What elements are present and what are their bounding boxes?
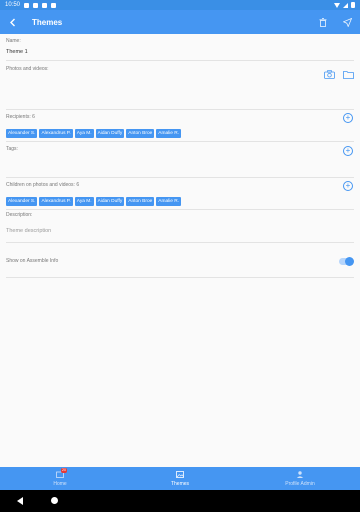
- nav-themes-label: Themes: [170, 480, 190, 487]
- nav-profile-label: Profile Admin: [285, 480, 315, 487]
- back-button[interactable]: [1, 10, 25, 34]
- nav-profile[interactable]: Profile Admin: [240, 467, 360, 490]
- show-on-toggle[interactable]: [339, 257, 354, 266]
- children-field: Children on photos and videos: 6: [6, 182, 354, 188]
- name-field[interactable]: Name: Theme 1: [6, 38, 354, 55]
- notification-icon: [42, 2, 48, 8]
- show-on-label: Show on Assemble Info: [6, 258, 59, 264]
- system-back-button[interactable]: [17, 497, 23, 505]
- child-chip[interactable]: Aidan Duffy: [95, 197, 125, 206]
- nav-home[interactable]: 20 Home: [0, 467, 120, 490]
- description-placeholder: Theme description: [6, 228, 52, 234]
- divider: [6, 242, 354, 243]
- nav-home-label: Home: [53, 480, 67, 487]
- notification-icon: [51, 2, 57, 8]
- description-label: Description:: [6, 212, 33, 218]
- wifi-icon: [334, 2, 340, 8]
- battery-icon: [351, 2, 355, 8]
- camera-icon: [324, 70, 335, 79]
- divider: [6, 141, 354, 142]
- divider: [6, 60, 354, 61]
- recipient-chip[interactable]: Alexandrus P.: [39, 129, 73, 138]
- recipients-field: Recipients: 6: [6, 114, 354, 120]
- photos-label: Photos and videos:: [6, 66, 49, 72]
- children-chips: Alexander S. Alexandrus P. Aya M. Aidan …: [6, 197, 182, 206]
- tags-field: Tags:: [6, 146, 354, 152]
- recipient-chip[interactable]: Aya M.: [74, 129, 94, 138]
- notification-badge: 20: [61, 468, 67, 473]
- send-button[interactable]: [341, 15, 353, 29]
- folder-button[interactable]: [343, 66, 354, 84]
- children-label: Children on photos and videos: 6: [6, 182, 80, 188]
- send-icon: [342, 17, 352, 27]
- signal-icon: [343, 2, 348, 8]
- camera-button[interactable]: [324, 66, 335, 84]
- recipient-chip[interactable]: Amalie R.: [156, 129, 182, 138]
- child-chip[interactable]: Alexandrus P.: [39, 197, 73, 206]
- recipients-label: Recipients: 6: [6, 114, 35, 120]
- child-chip[interactable]: Alexander S.: [6, 197, 38, 206]
- recipient-chip[interactable]: Alexander S.: [6, 129, 38, 138]
- show-on-row: Show on Assemble Info: [6, 258, 354, 264]
- back-arrow-icon: [10, 18, 15, 26]
- system-home-button[interactable]: [51, 497, 58, 504]
- delete-button[interactable]: [317, 15, 329, 29]
- recipients-chips: Alexander S. Alexandrus P. Aya M. Aidan …: [6, 129, 182, 138]
- bottom-nav: 20 Home Themes Profile Admin: [0, 467, 360, 490]
- divider: [6, 209, 354, 210]
- child-chip[interactable]: Aya M.: [74, 197, 94, 206]
- system-nav-bar: [0, 490, 360, 512]
- notification-icon: [24, 2, 30, 8]
- status-time: 10:50: [5, 2, 21, 8]
- add-tag-button[interactable]: +: [343, 146, 353, 156]
- child-chip[interactable]: Anton Broe: [126, 197, 155, 206]
- divider: [6, 277, 354, 278]
- nav-themes[interactable]: Themes: [120, 467, 240, 490]
- recipient-chip[interactable]: Anton Broe: [126, 129, 155, 138]
- divider: [6, 177, 354, 178]
- toggle-knob: [345, 257, 354, 266]
- divider: [6, 109, 354, 110]
- description-input[interactable]: Theme description: [6, 228, 354, 234]
- add-child-button[interactable]: +: [343, 181, 353, 191]
- photos-field: Photos and videos:: [6, 66, 354, 72]
- image-icon: [176, 470, 184, 478]
- trash-icon: [319, 17, 327, 27]
- folder-icon: [343, 71, 354, 79]
- person-icon: [296, 470, 304, 478]
- notification-icon: [33, 2, 39, 8]
- child-chip[interactable]: Amalie R.: [156, 197, 182, 206]
- status-bar: 10:50: [0, 0, 360, 10]
- name-value[interactable]: Theme 1: [6, 49, 354, 55]
- description-field[interactable]: Description:: [6, 212, 354, 218]
- app-bar: Themes: [0, 10, 360, 34]
- tags-label: Tags:: [6, 146, 18, 152]
- add-recipient-button[interactable]: +: [343, 113, 353, 123]
- page-title: Themes: [32, 17, 63, 27]
- recipient-chip[interactable]: Aidan Duffy: [95, 129, 125, 138]
- name-label: Name:: [6, 38, 21, 44]
